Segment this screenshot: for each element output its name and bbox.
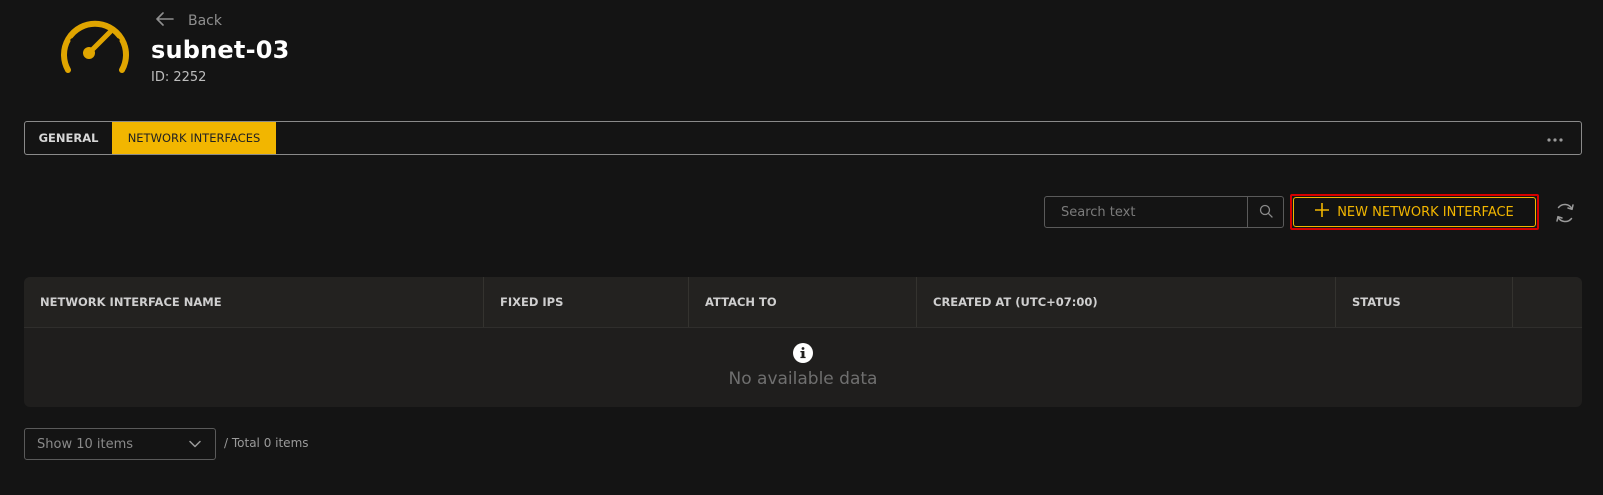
column-header-fixed-ips[interactable]: FIXED IPS xyxy=(484,277,689,327)
more-tabs-button[interactable] xyxy=(1547,122,1563,154)
page-size-label: Show 10 items xyxy=(37,436,134,452)
page-title: subnet-03 xyxy=(151,36,290,64)
new-network-interface-button[interactable]: NEW NETWORK INTERFACE xyxy=(1293,197,1536,227)
tab-network-interfaces[interactable]: NETWORK INTERFACES xyxy=(112,122,276,154)
chevron-down-icon xyxy=(189,437,201,452)
resource-id: ID: 2252 xyxy=(151,70,207,85)
info-icon xyxy=(793,343,813,363)
tab-general[interactable]: GENERAL xyxy=(25,122,112,154)
tab-bar: GENERAL NETWORK INTERFACES xyxy=(24,121,1582,155)
column-header-status[interactable]: STATUS xyxy=(1336,277,1513,327)
arrow-left-icon xyxy=(156,12,174,30)
search-box xyxy=(1044,196,1284,228)
column-header-created-at[interactable]: CREATED AT (UTC+07:00) xyxy=(917,277,1336,327)
plus-icon xyxy=(1315,203,1330,221)
empty-state-text: No available data xyxy=(728,369,878,389)
refresh-icon xyxy=(1552,203,1578,230)
total-items-text: / Total 0 items xyxy=(224,436,309,450)
refresh-button[interactable] xyxy=(1552,200,1578,226)
page-size-select[interactable]: Show 10 items xyxy=(24,428,216,460)
back-label: Back xyxy=(188,13,222,29)
column-header-attach-to[interactable]: ATTACH TO xyxy=(689,277,917,327)
search-icon xyxy=(1259,203,1273,222)
network-interfaces-table: NETWORK INTERFACE NAME FIXED IPS ATTACH … xyxy=(24,277,1582,407)
back-link[interactable]: Back xyxy=(156,10,222,32)
table-header: NETWORK INTERFACE NAME FIXED IPS ATTACH … xyxy=(24,277,1582,328)
speedometer-logo-icon xyxy=(58,18,132,76)
ellipsis-icon xyxy=(1547,130,1563,146)
column-header-actions xyxy=(1513,277,1582,327)
search-input[interactable] xyxy=(1045,197,1247,227)
search-button[interactable] xyxy=(1247,197,1283,227)
new-network-interface-label: NEW NETWORK INTERFACE xyxy=(1337,204,1514,220)
column-header-name[interactable]: NETWORK INTERFACE NAME xyxy=(24,277,484,327)
